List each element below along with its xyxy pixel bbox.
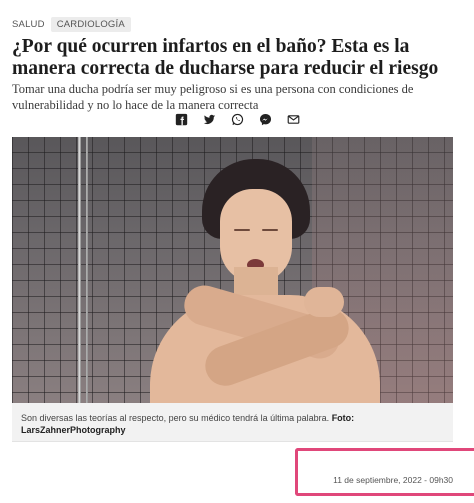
tag-salud[interactable]: SALUD	[12, 19, 45, 30]
messenger-icon[interactable]	[259, 113, 272, 126]
date-highlight-box	[295, 448, 474, 496]
facebook-icon[interactable]	[175, 113, 188, 126]
whatsapp-icon[interactable]	[231, 113, 244, 126]
tag-cardiologia[interactable]: CARDIOLOGÍA	[50, 17, 131, 32]
twitter-icon[interactable]	[203, 113, 216, 126]
article-subtitle: Tomar una ducha podría ser muy peligroso…	[12, 82, 414, 112]
caption-text: Son diversas las teorías al respecto, pe…	[21, 413, 330, 423]
divider	[12, 441, 453, 442]
article-photo	[12, 137, 453, 403]
share-bar	[0, 113, 474, 126]
section-tags: SALUD CARDIOLOGÍA	[12, 17, 131, 32]
article-title: ¿Por qué ocurren infartos en el baño? Es…	[12, 36, 439, 79]
email-icon[interactable]	[287, 113, 300, 126]
photo-caption: Son diversas las teorías al respecto, pe…	[12, 403, 453, 441]
shower-rail	[78, 137, 81, 403]
publish-date: 11 de septiembre, 2022 - 09h30	[333, 475, 453, 485]
